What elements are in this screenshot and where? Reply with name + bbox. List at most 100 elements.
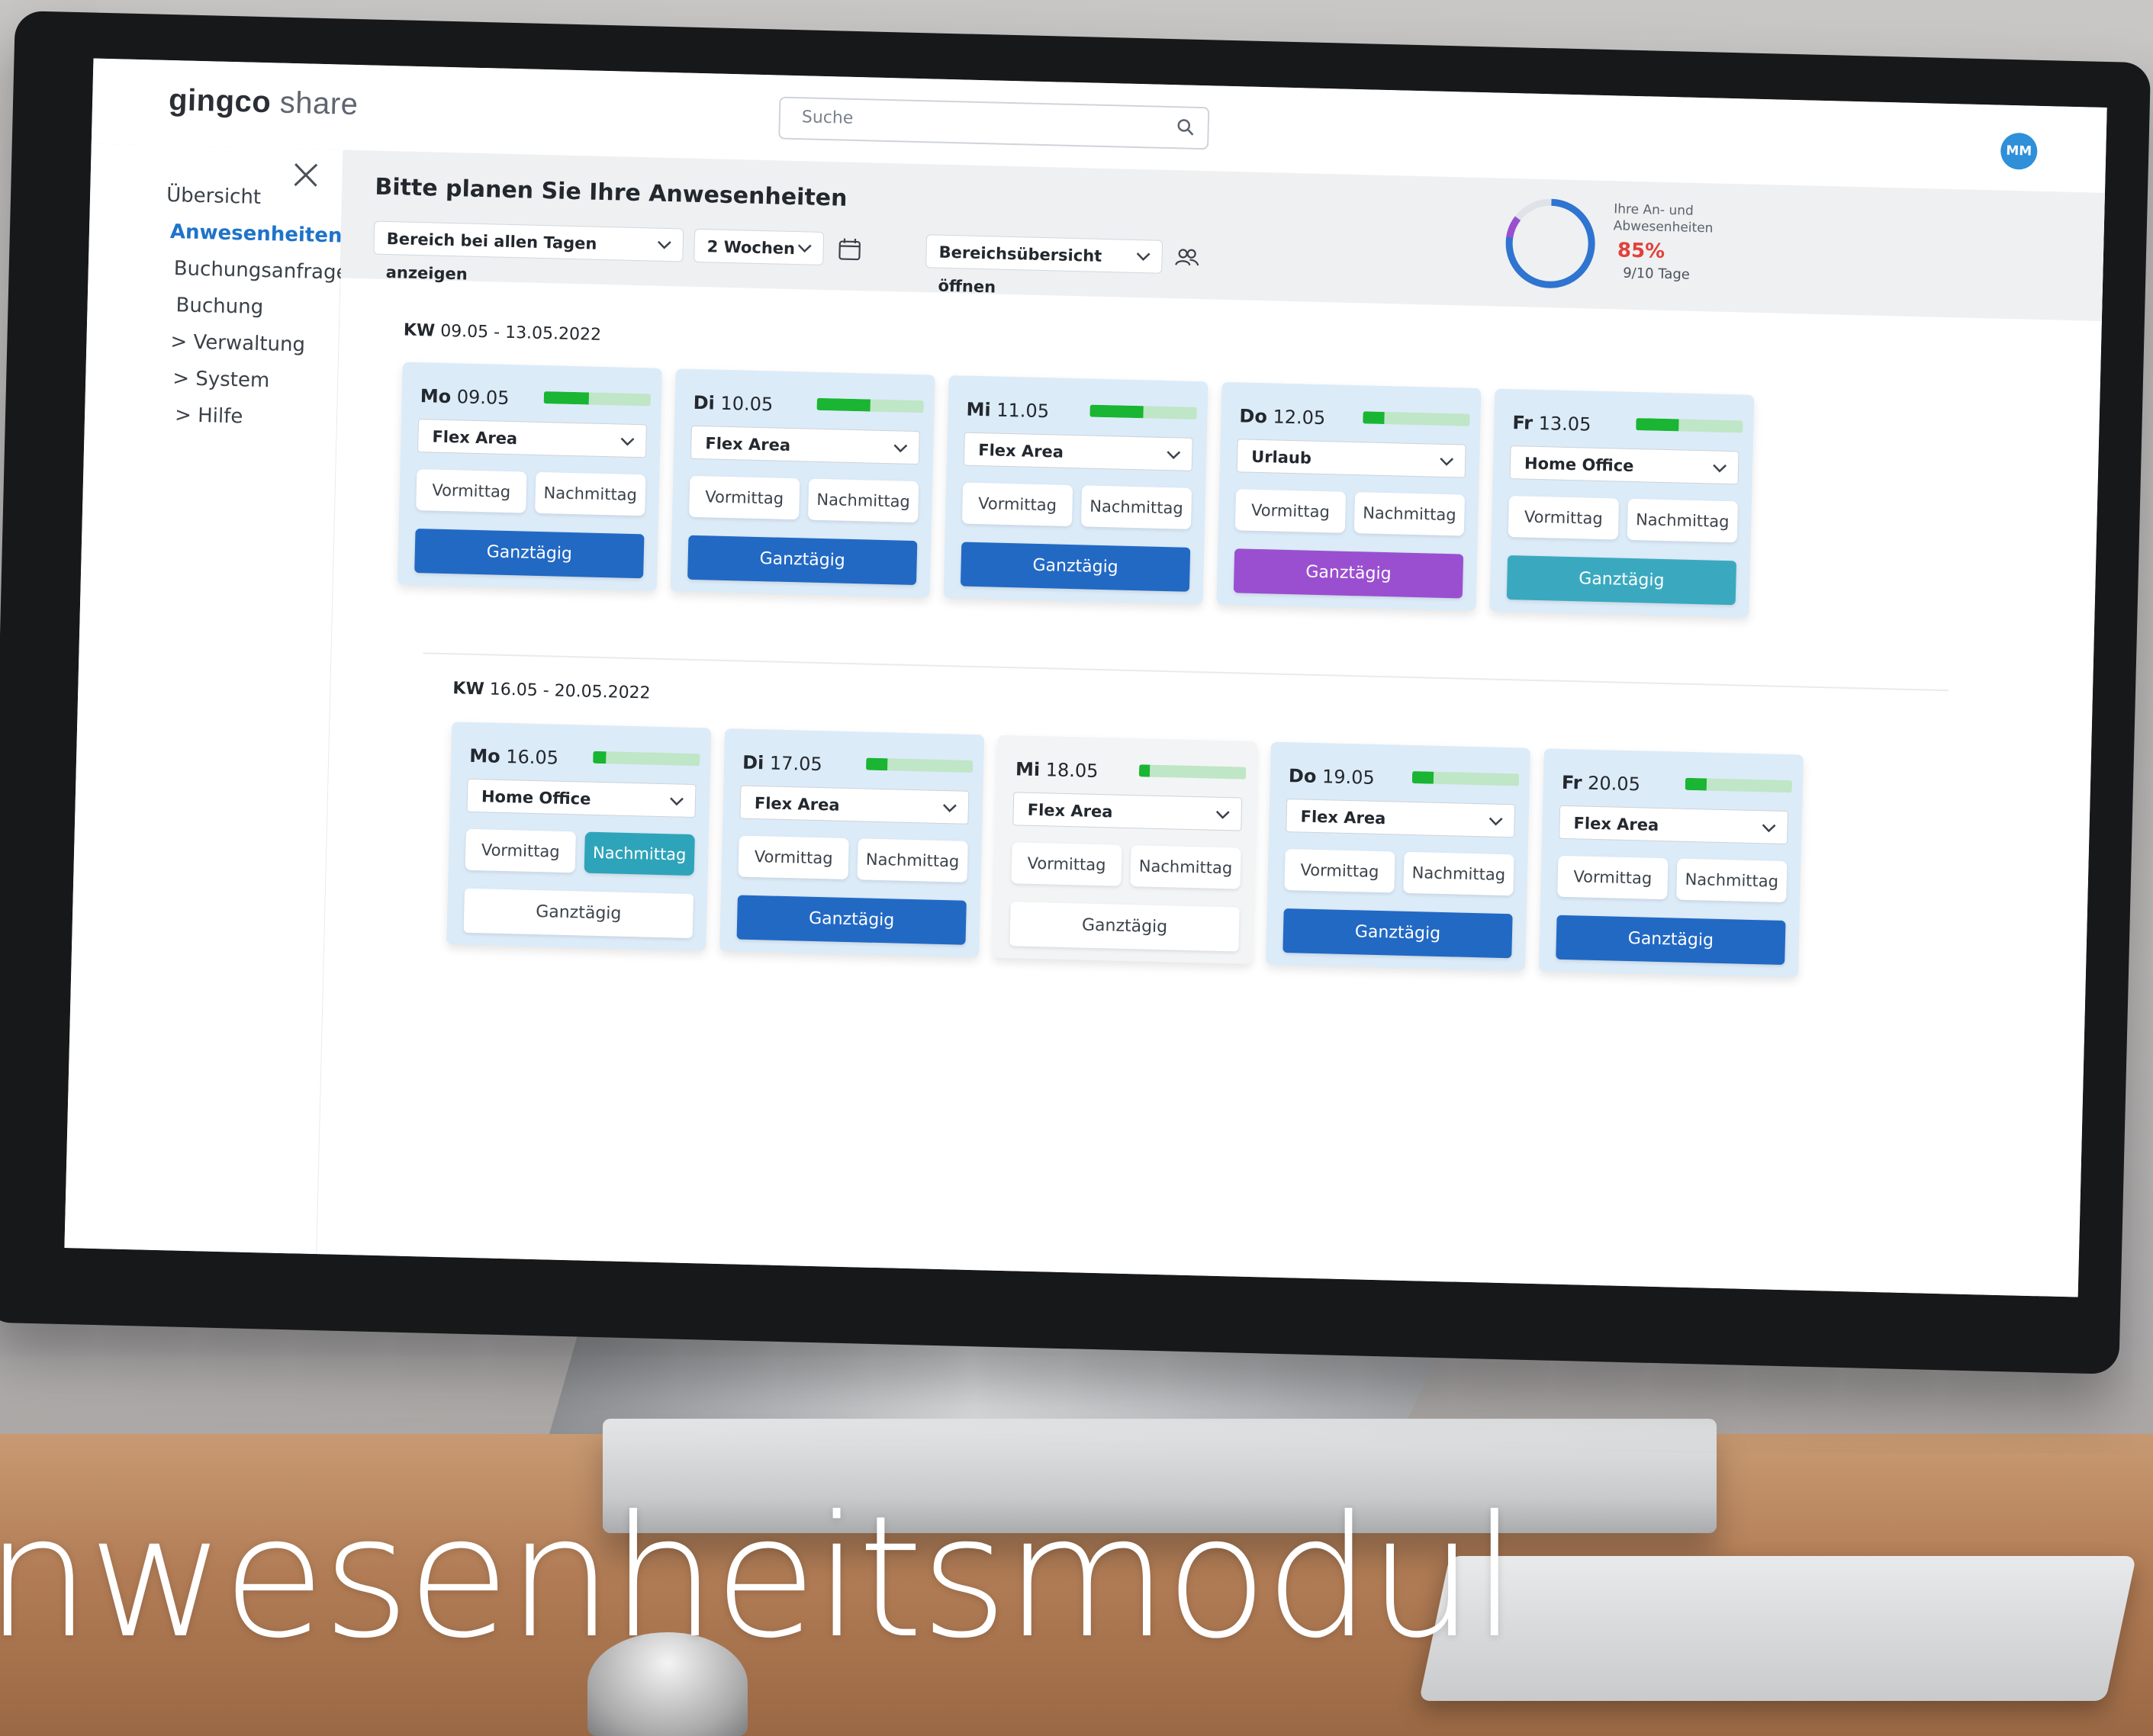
day-card: Fr 20.05 Flex Area Vormittag Nachmittag Ganz… bbox=[1538, 748, 1804, 978]
day-title: Do 12.05 bbox=[1239, 405, 1325, 429]
sidebar-item-buchungsanfrage[interactable]: Buchungsanfrage bbox=[173, 257, 348, 285]
morning-button[interactable]: Vormittag bbox=[1011, 842, 1122, 886]
day-date: 13.05 bbox=[1538, 412, 1591, 436]
fullday-button[interactable]: Ganztägig bbox=[1009, 902, 1240, 952]
afternoon-button[interactable]: Nachmittag bbox=[1353, 492, 1466, 536]
afternoon-button[interactable]: Nachmittag bbox=[1627, 498, 1738, 543]
search-icon[interactable] bbox=[1173, 115, 1197, 139]
morning-button[interactable]: Vormittag bbox=[1557, 855, 1669, 900]
occupancy-fill bbox=[1363, 411, 1385, 425]
sidebar-item-buchung[interactable]: Buchung bbox=[175, 294, 263, 319]
user-avatar[interactable]: MM bbox=[2000, 132, 2038, 170]
area-select-value: Flex Area bbox=[754, 793, 840, 815]
morning-button[interactable]: Vormittag bbox=[416, 469, 527, 513]
afternoon-button[interactable]: Nachmittag bbox=[1130, 845, 1241, 889]
occupancy-fill bbox=[866, 757, 888, 771]
chevron-down-icon bbox=[1488, 817, 1503, 826]
occupancy-bar bbox=[543, 391, 651, 407]
fullday-button[interactable]: Ganztägig bbox=[1282, 908, 1513, 959]
attendance-label: Ihre An- und Abwesenheiten bbox=[1613, 201, 1714, 236]
chevron-down-icon bbox=[1713, 464, 1727, 473]
gauge-accent bbox=[1505, 198, 1595, 288]
fullday-button[interactable]: Ganztägig bbox=[687, 535, 918, 586]
day-card: Mo 16.05 Home Office Vormittag Nachmittag Ga… bbox=[446, 722, 712, 951]
day-weekday: Di bbox=[693, 391, 716, 414]
week-divider bbox=[423, 652, 1949, 692]
area-select[interactable]: Flex Area bbox=[690, 425, 920, 465]
fullday-button[interactable]: Ganztägig bbox=[463, 888, 694, 939]
sidebar-item-hilfe[interactable]: > Hilfe bbox=[175, 403, 243, 428]
area-select[interactable]: Home Office bbox=[466, 778, 697, 818]
day-card: Mi 11.05 Flex Area Vormittag Nachmittag Ganz… bbox=[943, 375, 1208, 605]
fullday-button[interactable]: Ganztägig bbox=[1556, 915, 1786, 966]
brand-logo[interactable]: gingco share bbox=[169, 83, 359, 122]
area-select[interactable]: Flex Area bbox=[1559, 805, 1789, 845]
fullday-button[interactable]: Ganztägig bbox=[736, 895, 967, 945]
day-title: Di 10.05 bbox=[693, 392, 773, 416]
area-select[interactable]: Flex Area bbox=[417, 419, 647, 458]
people-icon[interactable] bbox=[1173, 243, 1201, 272]
chevron-down-icon bbox=[657, 240, 671, 249]
occupancy-bar bbox=[1363, 411, 1470, 426]
sidebar-item-verwaltung[interactable]: > Verwaltung bbox=[170, 330, 305, 356]
chevron-down-icon bbox=[1440, 457, 1454, 466]
morning-button[interactable]: Vormittag bbox=[1508, 496, 1620, 540]
chevron-down-icon bbox=[1136, 252, 1151, 261]
period-label: 2 Wochen bbox=[706, 237, 796, 259]
chevron-down-icon bbox=[893, 444, 908, 453]
area-select[interactable]: Flex Area bbox=[1286, 799, 1516, 838]
area-overview-dropdown[interactable]: Bereichsübersicht öffnen bbox=[925, 234, 1163, 297]
afternoon-button[interactable]: Nachmittag bbox=[807, 478, 919, 523]
day-title: Fr 20.05 bbox=[1562, 772, 1641, 796]
module-caption: nwesenheitsmodul bbox=[0, 1480, 1518, 1675]
fullday-button[interactable]: Ganztägig bbox=[1506, 555, 1737, 606]
afternoon-button[interactable]: Nachmittag bbox=[1403, 851, 1514, 896]
sidebar-item-anwesenheiten[interactable]: Anwesenheiten bbox=[170, 220, 343, 248]
search-input[interactable]: Suche bbox=[778, 96, 1210, 150]
week-range: 09.05 - 13.05.2022 bbox=[439, 321, 602, 345]
calendar-icon[interactable] bbox=[835, 235, 864, 263]
occupancy-fill bbox=[593, 751, 607, 764]
area-select[interactable]: Home Office bbox=[1509, 445, 1739, 485]
day-card: Mi 18.05 Flex Area Vormittag Nachmittag Ganz… bbox=[993, 735, 1258, 964]
occupancy-fill bbox=[816, 397, 871, 412]
sidebar: Übersicht Anwesenheiten Buchungsanfrage … bbox=[64, 143, 349, 1255]
week-range: 16.05 - 20.05.2022 bbox=[489, 680, 651, 703]
area-select[interactable]: Flex Area bbox=[963, 432, 1193, 471]
fullday-button[interactable]: Ganztägig bbox=[960, 542, 1191, 592]
area-select-value: Flex Area bbox=[1300, 807, 1386, 828]
day-date: 20.05 bbox=[1587, 772, 1641, 796]
morning-button[interactable]: Vormittag bbox=[1284, 848, 1395, 893]
close-icon[interactable] bbox=[290, 159, 321, 191]
fullday-button[interactable]: Ganztägig bbox=[414, 529, 645, 579]
day-date: 12.05 bbox=[1273, 406, 1326, 429]
search-placeholder: Suche bbox=[801, 108, 854, 128]
area-select-value: Flex Area bbox=[978, 441, 1064, 461]
occupancy-bar bbox=[1411, 771, 1520, 786]
sidebar-item-uebersicht[interactable]: Übersicht bbox=[166, 184, 262, 209]
fullday-button[interactable]: Ganztägig bbox=[1233, 548, 1464, 599]
occupancy-bar bbox=[1685, 777, 1793, 793]
afternoon-button[interactable]: Nachmittag bbox=[857, 838, 968, 882]
afternoon-button[interactable]: Nachmittag bbox=[535, 471, 646, 516]
brand-product: share bbox=[279, 85, 359, 122]
morning-button[interactable]: Vormittag bbox=[689, 475, 800, 520]
afternoon-button[interactable]: Nachmittag bbox=[1080, 485, 1192, 529]
area-select[interactable]: Flex Area bbox=[739, 785, 970, 825]
afternoon-button[interactable]: Nachmittag bbox=[1676, 858, 1788, 903]
area-select-value: Flex Area bbox=[432, 427, 518, 448]
morning-button[interactable]: Vormittag bbox=[1234, 489, 1347, 533]
page-title: Bitte planen Sie Ihre Anwesenheiten bbox=[375, 173, 848, 212]
chevron-down-icon bbox=[1762, 824, 1776, 833]
morning-button[interactable]: Vormittag bbox=[961, 482, 1073, 527]
area-filter-dropdown[interactable]: Bereich bei allen Tagen anzeigen bbox=[373, 220, 684, 284]
sidebar-item-system[interactable]: > System bbox=[172, 367, 270, 392]
area-select[interactable]: Flex Area bbox=[1012, 792, 1243, 831]
afternoon-button[interactable]: Nachmittag bbox=[584, 831, 695, 876]
area-select[interactable]: Urlaub bbox=[1236, 439, 1466, 478]
morning-button[interactable]: Vormittag bbox=[465, 828, 576, 873]
morning-button[interactable]: Vormittag bbox=[738, 835, 849, 880]
period-dropdown[interactable]: 2 Wochen bbox=[694, 228, 825, 265]
occupancy-bar bbox=[866, 757, 974, 773]
area-select-value: Flex Area bbox=[705, 434, 791, 455]
